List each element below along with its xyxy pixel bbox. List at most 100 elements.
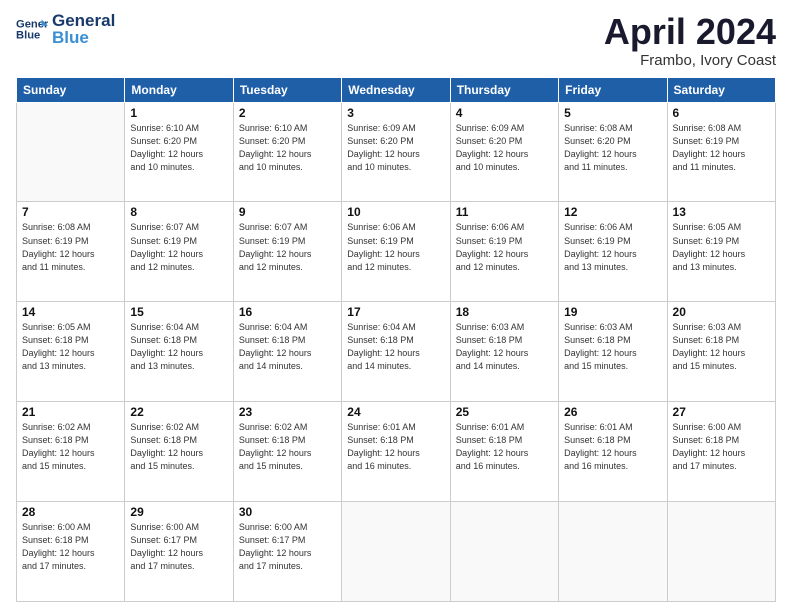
day-info: Sunrise: 6:08 AM Sunset: 6:20 PM Dayligh… — [564, 122, 661, 174]
day-number: 14 — [22, 305, 119, 319]
day-number: 27 — [673, 405, 770, 419]
calendar-cell — [342, 502, 450, 602]
day-info: Sunrise: 6:09 AM Sunset: 6:20 PM Dayligh… — [456, 122, 553, 174]
day-info: Sunrise: 6:04 AM Sunset: 6:18 PM Dayligh… — [347, 321, 444, 373]
day-info: Sunrise: 6:01 AM Sunset: 6:18 PM Dayligh… — [564, 421, 661, 473]
day-info: Sunrise: 6:10 AM Sunset: 6:20 PM Dayligh… — [130, 122, 227, 174]
day-number: 10 — [347, 205, 444, 219]
calendar-cell: 2 Sunrise: 6:10 AM Sunset: 6:20 PM Daylig… — [233, 102, 341, 202]
day-number: 26 — [564, 405, 661, 419]
calendar-cell — [667, 502, 775, 602]
page: General Blue General Blue April 2024 Fra… — [0, 0, 792, 612]
day-number: 2 — [239, 106, 336, 120]
calendar-cell: 6Sunrise: 6:08 AM Sunset: 6:19 PM Daylig… — [667, 102, 775, 202]
day-info: Sunrise: 6:03 AM Sunset: 6:18 PM Dayligh… — [673, 321, 770, 373]
day-info: Sunrise: 6:04 AM Sunset: 6:18 PM Dayligh… — [130, 321, 227, 373]
calendar-week-2: 14 Sunrise: 6:05 AM Sunset: 6:18 PM Dayli… — [17, 302, 776, 402]
day-info: Sunrise: 6:02 AM Sunset: 6:18 PM Dayligh… — [22, 421, 119, 473]
calendar-header-tuesday: Tuesday — [233, 77, 341, 102]
calendar-cell: 18 Sunrise: 6:03 AM Sunset: 6:18 PM Dayli… — [450, 302, 558, 402]
day-number: 12 — [564, 205, 661, 219]
calendar-cell: 24 Sunrise: 6:01 AM Sunset: 6:18 PM Dayli… — [342, 402, 450, 502]
day-number: 29 — [130, 505, 227, 519]
svg-text:Blue: Blue — [16, 30, 40, 42]
day-info: Sunrise: 6:00 AM Sunset: 6:18 PM Dayligh… — [22, 521, 119, 573]
calendar-cell — [559, 502, 667, 602]
calendar-cell — [450, 502, 558, 602]
day-number: 15 — [130, 305, 227, 319]
day-info: Sunrise: 6:01 AM Sunset: 6:18 PM Dayligh… — [456, 421, 553, 473]
calendar-cell: 5 Sunrise: 6:08 AM Sunset: 6:20 PM Daylig… — [559, 102, 667, 202]
day-number: 5 — [564, 106, 661, 120]
calendar-header-monday: Monday — [125, 77, 233, 102]
calendar-cell: 3Sunrise: 6:09 AM Sunset: 6:20 PM Daylig… — [342, 102, 450, 202]
day-number: 1 — [130, 106, 227, 120]
calendar-week-0: 1 Sunrise: 6:10 AM Sunset: 6:20 PM Daylig… — [17, 102, 776, 202]
day-number: 22 — [130, 405, 227, 419]
day-number: 9 — [239, 205, 336, 219]
day-number: 25 — [456, 405, 553, 419]
calendar-cell: 20 Sunrise: 6:03 AM Sunset: 6:18 PM Dayli… — [667, 302, 775, 402]
calendar-week-3: 21 Sunrise: 6:02 AM Sunset: 6:18 PM Dayli… — [17, 402, 776, 502]
calendar-cell: 11 Sunrise: 6:06 AM Sunset: 6:19 PM Dayli… — [450, 202, 558, 302]
calendar-cell: 8Sunrise: 6:07 AM Sunset: 6:19 PM Daylig… — [125, 202, 233, 302]
calendar-cell: 26 Sunrise: 6:01 AM Sunset: 6:18 PM Dayli… — [559, 402, 667, 502]
calendar-cell: 19 Sunrise: 6:03 AM Sunset: 6:18 PM Dayli… — [559, 302, 667, 402]
calendar-cell — [17, 102, 125, 202]
calendar-cell: 9 Sunrise: 6:07 AM Sunset: 6:19 PM Daylig… — [233, 202, 341, 302]
calendar-header-row: SundayMondayTuesdayWednesdayThursdayFrid… — [17, 77, 776, 102]
calendar-week-4: 28 Sunrise: 6:00 AM Sunset: 6:18 PM Dayli… — [17, 502, 776, 602]
day-number: 23 — [239, 405, 336, 419]
main-title: April 2024 — [604, 12, 776, 52]
calendar-table: SundayMondayTuesdayWednesdayThursdayFrid… — [16, 77, 776, 602]
day-info: Sunrise: 6:10 AM Sunset: 6:20 PM Dayligh… — [239, 122, 336, 174]
day-info: Sunrise: 6:00 AM Sunset: 6:17 PM Dayligh… — [239, 521, 336, 573]
day-number: 28 — [22, 505, 119, 519]
calendar-cell: 12 Sunrise: 6:06 AM Sunset: 6:19 PM Dayli… — [559, 202, 667, 302]
calendar-header-thursday: Thursday — [450, 77, 558, 102]
day-info: Sunrise: 6:06 AM Sunset: 6:19 PM Dayligh… — [456, 221, 553, 273]
day-info: Sunrise: 6:08 AM Sunset: 6:19 PM Dayligh… — [22, 221, 119, 273]
day-info: Sunrise: 6:06 AM Sunset: 6:19 PM Dayligh… — [347, 221, 444, 273]
day-info: Sunrise: 6:03 AM Sunset: 6:18 PM Dayligh… — [564, 321, 661, 373]
day-info: Sunrise: 6:01 AM Sunset: 6:18 PM Dayligh… — [347, 421, 444, 473]
logo-icon: General Blue — [16, 13, 48, 45]
day-number: 11 — [456, 205, 553, 219]
day-info: Sunrise: 6:08 AM Sunset: 6:19 PM Dayligh… — [673, 122, 770, 174]
day-number: 4 — [456, 106, 553, 120]
calendar-cell: 25 Sunrise: 6:01 AM Sunset: 6:18 PM Dayli… — [450, 402, 558, 502]
calendar-header-saturday: Saturday — [667, 77, 775, 102]
calendar-header-wednesday: Wednesday — [342, 77, 450, 102]
day-number: 24 — [347, 405, 444, 419]
day-info: Sunrise: 6:02 AM Sunset: 6:18 PM Dayligh… — [130, 421, 227, 473]
calendar-cell: 22 Sunrise: 6:02 AM Sunset: 6:18 PM Dayli… — [125, 402, 233, 502]
day-info: Sunrise: 6:03 AM Sunset: 6:18 PM Dayligh… — [456, 321, 553, 373]
calendar-cell: 17 Sunrise: 6:04 AM Sunset: 6:18 PM Dayli… — [342, 302, 450, 402]
day-info: Sunrise: 6:07 AM Sunset: 6:19 PM Dayligh… — [239, 221, 336, 273]
calendar-header-friday: Friday — [559, 77, 667, 102]
day-number: 16 — [239, 305, 336, 319]
calendar-cell: 30 Sunrise: 6:00 AM Sunset: 6:17 PM Dayli… — [233, 502, 341, 602]
calendar-cell: 10 Sunrise: 6:06 AM Sunset: 6:19 PM Dayli… — [342, 202, 450, 302]
logo-line1: General — [52, 12, 115, 29]
calendar-cell: 16Sunrise: 6:04 AM Sunset: 6:18 PM Dayli… — [233, 302, 341, 402]
calendar-cell: 1 Sunrise: 6:10 AM Sunset: 6:20 PM Daylig… — [125, 102, 233, 202]
day-info: Sunrise: 6:00 AM Sunset: 6:18 PM Dayligh… — [673, 421, 770, 473]
day-number: 17 — [347, 305, 444, 319]
day-number: 20 — [673, 305, 770, 319]
calendar-header-sunday: Sunday — [17, 77, 125, 102]
day-number: 18 — [456, 305, 553, 319]
calendar-cell: 7 Sunrise: 6:08 AM Sunset: 6:19 PM Daylig… — [17, 202, 125, 302]
day-number: 21 — [22, 405, 119, 419]
logo: General Blue General Blue — [16, 12, 115, 46]
calendar-cell: 4 Sunrise: 6:09 AM Sunset: 6:20 PM Daylig… — [450, 102, 558, 202]
day-number: 8 — [130, 205, 227, 219]
day-number: 19 — [564, 305, 661, 319]
day-info: Sunrise: 6:06 AM Sunset: 6:19 PM Dayligh… — [564, 221, 661, 273]
header: General Blue General Blue April 2024 Fra… — [16, 12, 776, 69]
day-number: 7 — [22, 205, 119, 219]
calendar-cell: 27 Sunrise: 6:00 AM Sunset: 6:18 PM Dayli… — [667, 402, 775, 502]
day-info: Sunrise: 6:02 AM Sunset: 6:18 PM Dayligh… — [239, 421, 336, 473]
day-info: Sunrise: 6:05 AM Sunset: 6:18 PM Dayligh… — [22, 321, 119, 373]
day-number: 30 — [239, 505, 336, 519]
